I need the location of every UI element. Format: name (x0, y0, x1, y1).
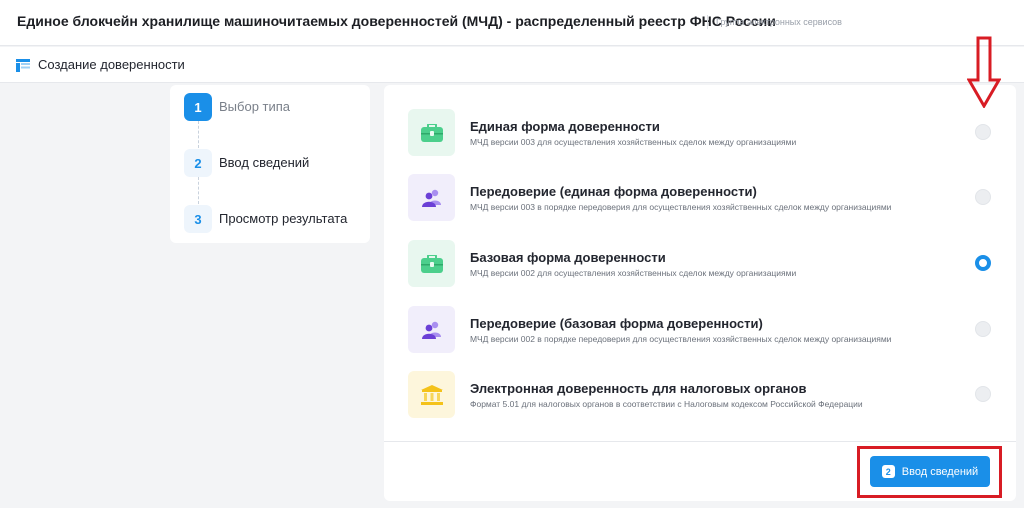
step-label: Просмотр результата (219, 211, 348, 226)
app-title: Единое блокчейн хранилище машиночитаемых… (17, 13, 776, 29)
sub-header: Создание доверенности (0, 47, 1024, 83)
option-radio-selected[interactable] (975, 255, 991, 271)
option-icon-tile (408, 109, 455, 156)
option-description: МЧД версии 003 для осуществления хозяйст… (470, 137, 797, 147)
briefcase-icon (420, 123, 443, 142)
people-icon (421, 321, 441, 339)
step-label: Ввод сведений (219, 155, 310, 170)
option-title: Электронная доверенность для налоговых о… (470, 381, 807, 396)
option-icon-tile (408, 174, 455, 221)
option-radio[interactable] (975, 124, 991, 140)
stepper: 1 Выбор типа 2 Ввод сведений 3 Просмотр … (170, 85, 370, 243)
option-icon-tile (408, 306, 455, 353)
annotation-arrow-down-icon (967, 36, 1001, 108)
step-number: 1 (184, 93, 212, 121)
page-title: Создание доверенности (38, 57, 185, 72)
footer-divider (384, 441, 1016, 442)
option-basic-redelegation[interactable]: Передоверие (базовая форма доверенности)… (384, 306, 1016, 372)
option-basic-form[interactable]: Базовая форма доверенности МЧД версии 00… (384, 240, 1016, 306)
step-number: 2 (184, 149, 212, 177)
option-unified-redelegation[interactable]: Передоверие (единая форма доверенности) … (384, 174, 1016, 240)
option-radio[interactable] (975, 189, 991, 205)
title-divider (707, 15, 708, 29)
option-icon-tile (408, 371, 455, 418)
service-group-link[interactable]: Группа электронных сервисов (716, 17, 842, 27)
option-description: МЧД версии 002 в порядке передоверия для… (470, 334, 892, 344)
option-icon-tile (408, 240, 455, 287)
option-title: Передоверие (базовая форма доверенности) (470, 316, 763, 331)
option-radio[interactable] (975, 321, 991, 337)
top-bar: Единое блокчейн хранилище машиночитаемых… (0, 0, 1024, 46)
option-unified-form[interactable]: Единая форма доверенности МЧД версии 003… (384, 109, 1016, 175)
step-connector (198, 121, 199, 148)
form-type-panel: Единая форма доверенности МЧД версии 003… (384, 85, 1016, 501)
option-description: Формат 5.01 для налоговых органов в соот… (470, 399, 863, 409)
bank-icon (420, 384, 443, 405)
briefcase-icon (420, 254, 443, 273)
option-description: МЧД версии 003 в порядке передоверия для… (470, 202, 892, 212)
form-icon (16, 59, 30, 72)
step-number: 3 (184, 205, 212, 233)
option-title: Единая форма доверенности (470, 119, 660, 134)
option-tax-authority[interactable]: Электронная доверенность для налоговых о… (384, 371, 1016, 437)
option-radio[interactable] (975, 386, 991, 402)
option-title: Передоверие (единая форма доверенности) (470, 184, 757, 199)
annotation-highlight-box (857, 446, 1002, 498)
step-connector (198, 177, 199, 204)
option-title: Базовая форма доверенности (470, 250, 666, 265)
people-icon (421, 189, 441, 207)
option-description: МЧД версии 002 для осуществления хозяйст… (470, 268, 797, 278)
step-label: Выбор типа (219, 99, 291, 114)
